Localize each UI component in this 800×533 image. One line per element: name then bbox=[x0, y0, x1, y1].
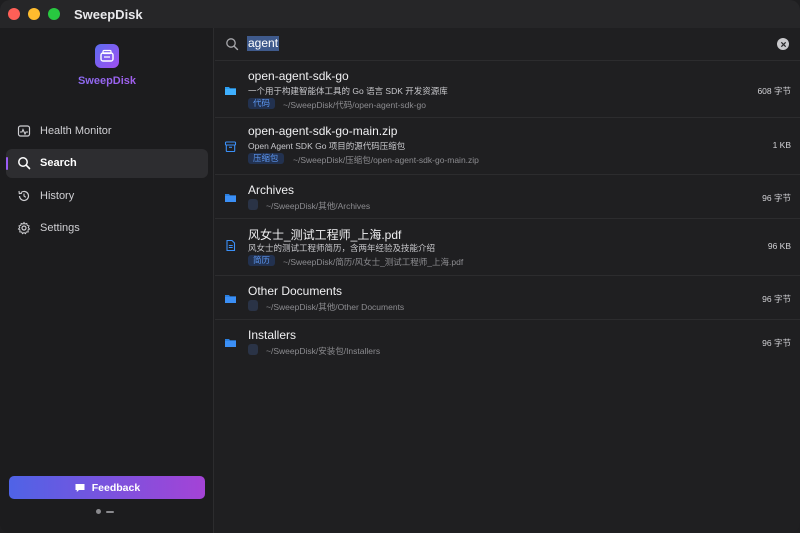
page-dot[interactable] bbox=[96, 509, 101, 514]
sidebar: SweepDisk Health Monitor Search History bbox=[0, 28, 214, 533]
result-path: ~/SweepDisk/其他/Other Documents bbox=[266, 302, 405, 312]
result-row[interactable]: 风女士_测试工程师_上海.pdf 风女士的测试工程师简历，含两年经验及技能介绍 … bbox=[215, 219, 800, 276]
window-title: SweepDisk bbox=[74, 6, 143, 22]
result-title: Archives bbox=[248, 183, 295, 197]
folder-icon bbox=[224, 84, 237, 97]
folder-icon bbox=[224, 191, 237, 204]
minimize-window-button[interactable] bbox=[28, 8, 40, 20]
sidebar-item-label: Settings bbox=[40, 222, 80, 234]
folder-icon bbox=[224, 336, 237, 349]
result-size: 96 字节 bbox=[762, 294, 791, 304]
search-icon bbox=[226, 38, 239, 51]
close-window-button[interactable] bbox=[8, 8, 20, 20]
result-description: 一个用于构建智能体工具的 Go 语言 SDK 开发资源库 bbox=[248, 86, 448, 96]
category-tag bbox=[248, 199, 258, 210]
sidebar-item-settings[interactable]: Settings bbox=[6, 214, 208, 243]
app-brand: SweepDisk bbox=[0, 75, 214, 87]
result-description: Open Agent SDK Go 项目的源代码压缩包 bbox=[248, 141, 406, 151]
sidebar-nav: Health Monitor Search History Settings bbox=[6, 116, 208, 246]
app-logo-icon bbox=[95, 44, 119, 68]
main-panel: agent open-agent-sdk-go 一个用于构建智能体工具的 Go … bbox=[215, 28, 800, 533]
result-row[interactable]: open-agent-sdk-go 一个用于构建智能体工具的 Go 语言 SDK… bbox=[215, 62, 800, 118]
zoom-window-button[interactable] bbox=[48, 8, 60, 20]
document-icon bbox=[224, 239, 237, 252]
search-input[interactable]: agent bbox=[247, 36, 280, 51]
history-icon bbox=[17, 189, 31, 203]
result-row[interactable]: Installers ~/SweepDisk/安装包/Installers 96… bbox=[215, 320, 800, 365]
result-row[interactable]: open-agent-sdk-go-main.zip Open Agent SD… bbox=[215, 118, 800, 175]
sidebar-item-label: Health Monitor bbox=[40, 124, 112, 137]
feedback-label: Feedback bbox=[91, 481, 141, 494]
chat-bubble-icon bbox=[75, 483, 85, 492]
page-indicator bbox=[96, 509, 114, 514]
archive-icon bbox=[224, 140, 237, 153]
search-icon bbox=[17, 156, 31, 170]
result-title: 风女士_测试工程师_上海.pdf bbox=[248, 228, 402, 242]
results-list: open-agent-sdk-go 一个用于构建智能体工具的 Go 语言 SDK… bbox=[215, 62, 800, 365]
folder-icon bbox=[224, 292, 237, 305]
sidebar-item-label: History bbox=[40, 189, 75, 202]
result-size: 96 字节 bbox=[762, 338, 791, 348]
result-title: Other Documents bbox=[248, 284, 343, 298]
result-path: ~/SweepDisk/安装包/Installers bbox=[266, 346, 381, 356]
result-path: ~/SweepDisk/简历/风女士_测试工程师_上海.pdf bbox=[283, 257, 464, 267]
title-bar: SweepDisk bbox=[0, 0, 800, 28]
result-path: ~/SweepDisk/代码/open-agent-sdk-go bbox=[283, 100, 426, 110]
result-path: ~/SweepDisk/压缩包/open-agent-sdk-go-main.z… bbox=[293, 155, 479, 165]
category-tag bbox=[248, 344, 258, 355]
app-window: SweepDisk SweepDisk Health Monitor Searc… bbox=[0, 0, 800, 533]
feedback-button[interactable]: Feedback bbox=[9, 476, 205, 499]
result-row[interactable]: Archives ~/SweepDisk/其他/Archives 96 字节 bbox=[215, 175, 800, 219]
heart-monitor-icon bbox=[17, 124, 31, 138]
result-description: 风女士的测试工程师简历，含两年经验及技能介绍 bbox=[248, 243, 436, 253]
sidebar-item-health-monitor[interactable]: Health Monitor bbox=[6, 116, 208, 145]
category-tag: 压缩包 bbox=[248, 153, 284, 164]
result-size: 608 字节 bbox=[757, 86, 791, 96]
sidebar-item-label: Search bbox=[40, 157, 77, 169]
gear-icon bbox=[17, 221, 31, 235]
clear-search-button[interactable] bbox=[777, 38, 789, 50]
result-size: 1 KB bbox=[772, 140, 791, 150]
result-title: open-agent-sdk-go-main.zip bbox=[248, 124, 398, 138]
sidebar-item-search[interactable]: Search bbox=[6, 148, 208, 178]
close-icon bbox=[780, 41, 786, 47]
result-size: 96 KB bbox=[767, 241, 791, 251]
category-tag bbox=[248, 300, 258, 311]
category-tag: 代码 bbox=[248, 98, 276, 109]
window-controls bbox=[8, 8, 60, 20]
result-title: open-agent-sdk-go bbox=[248, 69, 349, 83]
page-dash[interactable] bbox=[106, 510, 114, 513]
result-path: ~/SweepDisk/其他/Archives bbox=[266, 201, 371, 211]
result-title: Installers bbox=[248, 328, 297, 342]
result-size: 96 字节 bbox=[762, 193, 791, 203]
search-bar: agent bbox=[215, 28, 800, 61]
result-row[interactable]: Other Documents ~/SweepDisk/其他/Other Doc… bbox=[215, 276, 800, 320]
sidebar-item-history[interactable]: History bbox=[6, 181, 208, 210]
category-tag: 简历 bbox=[248, 255, 276, 266]
